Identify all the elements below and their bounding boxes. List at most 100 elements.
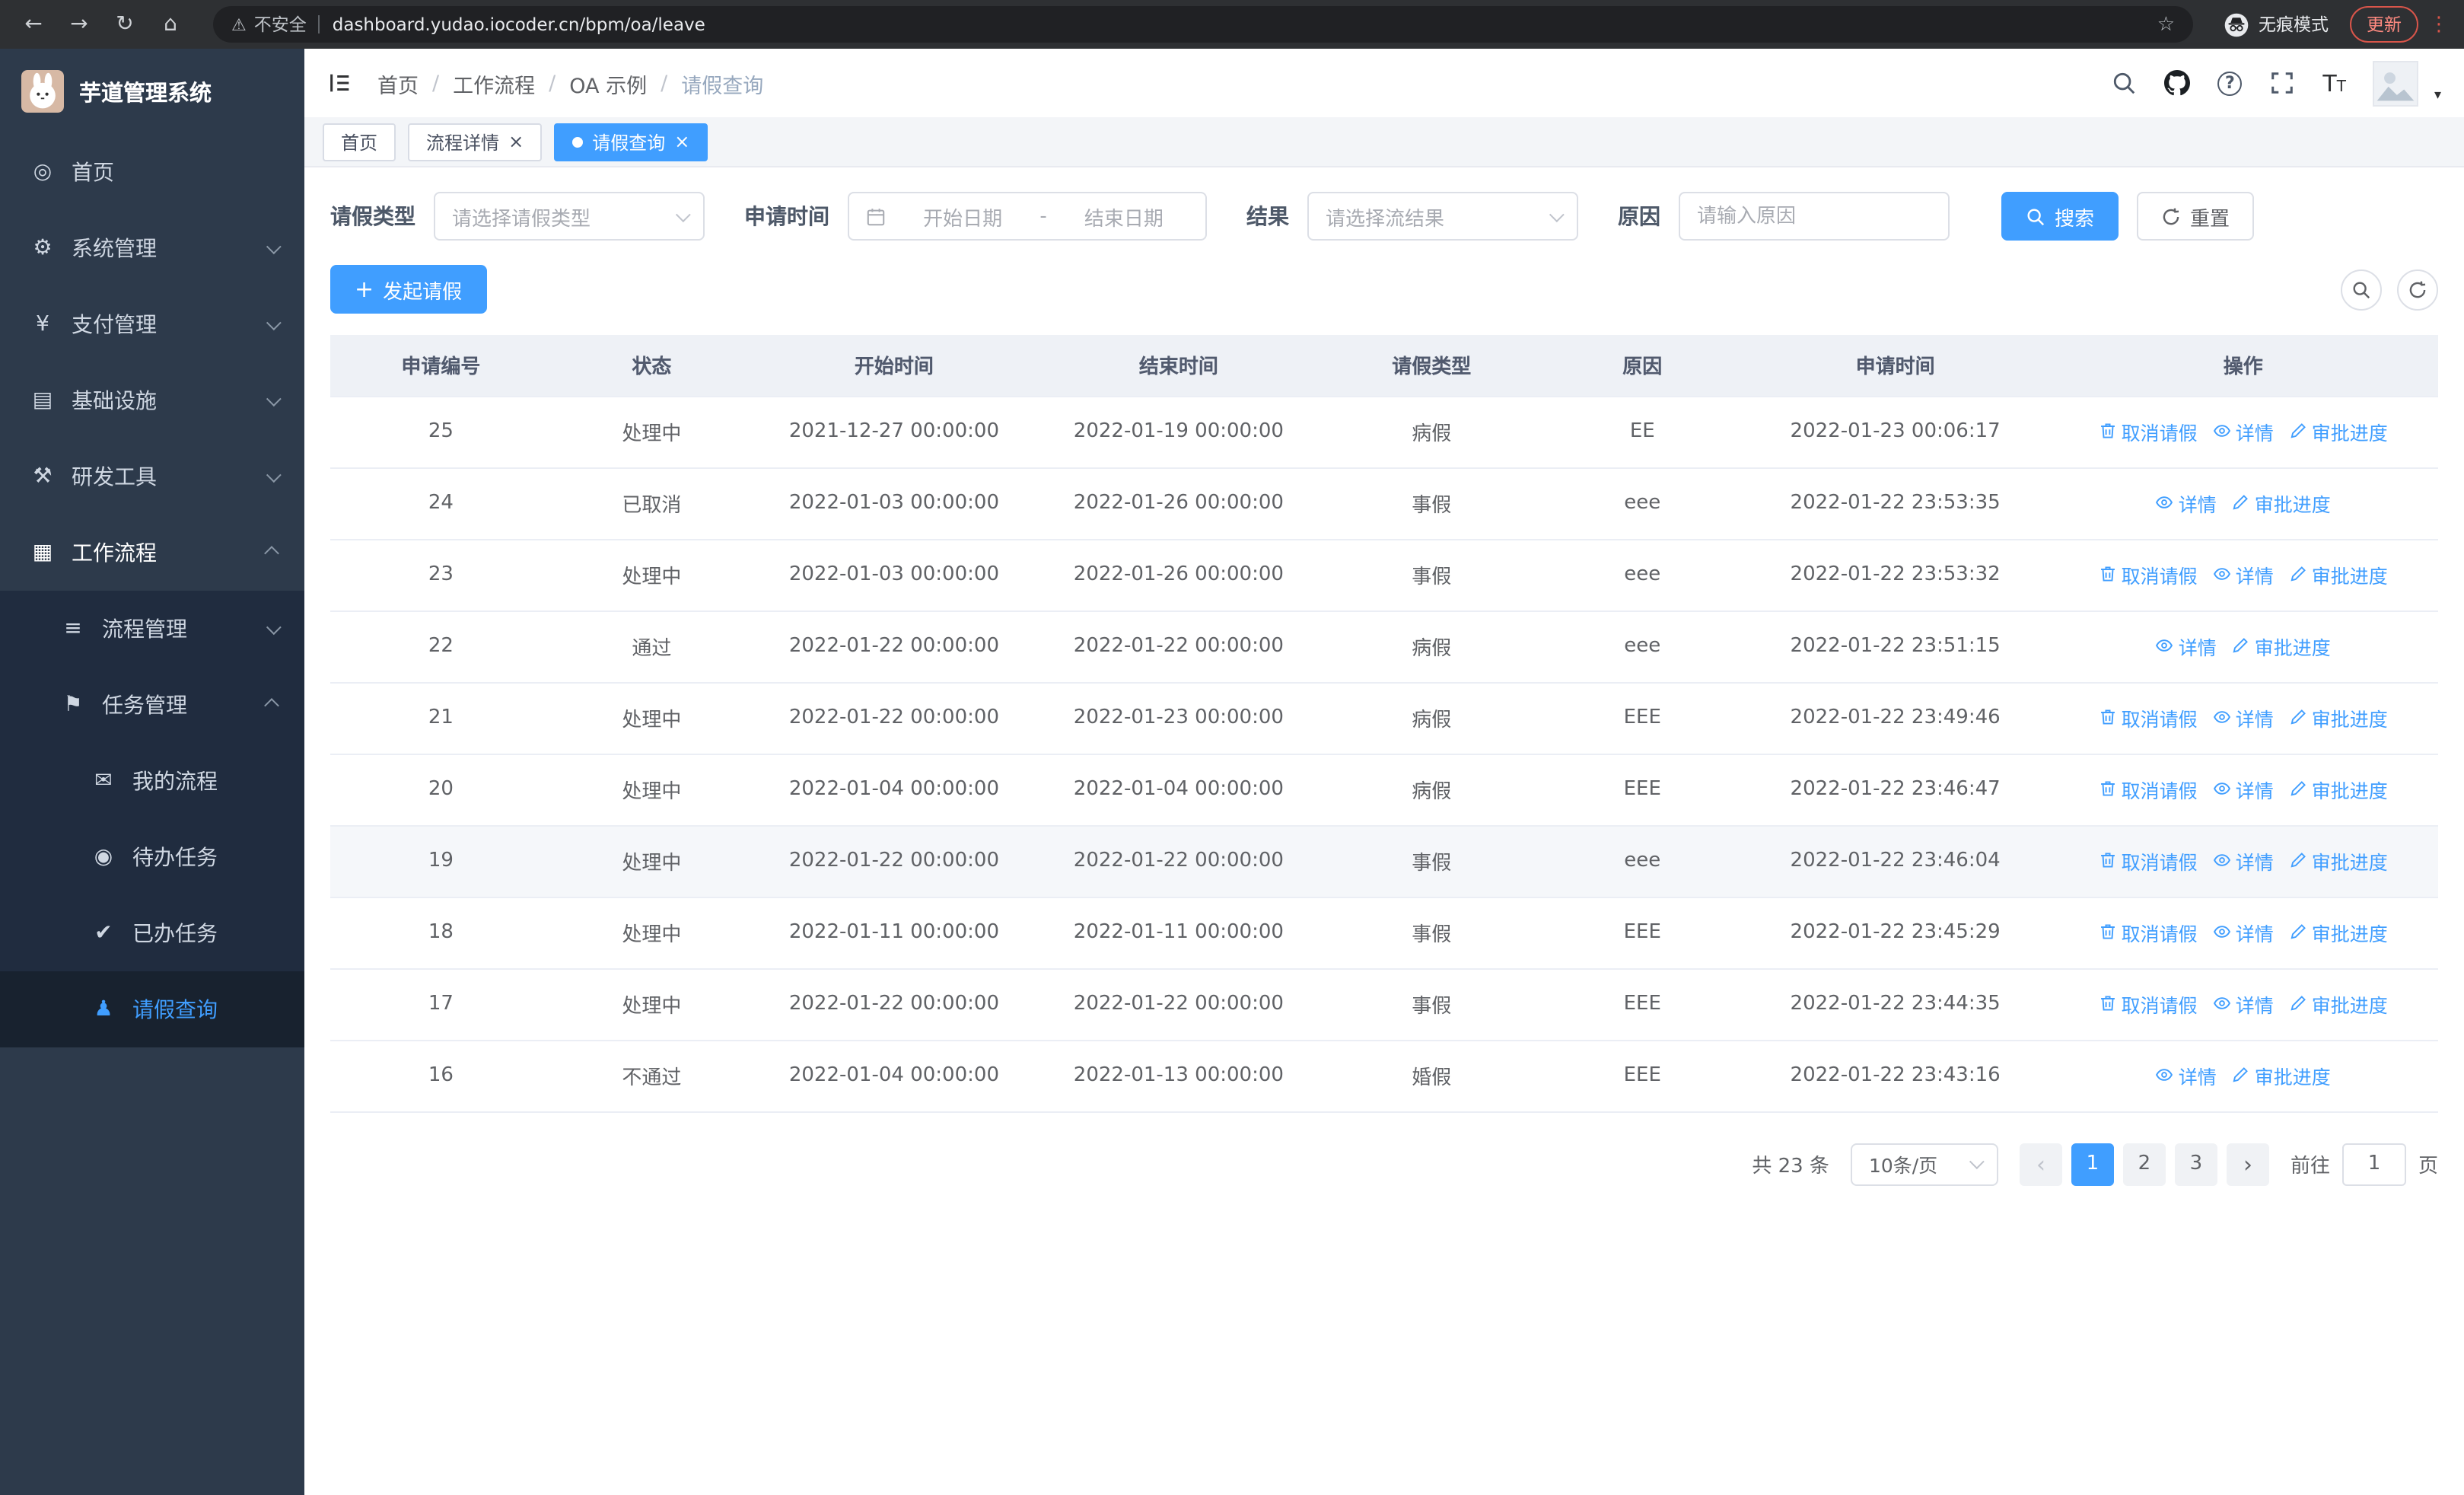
detail-link-label: 详情 <box>2235 779 2274 802</box>
forward-button[interactable]: → <box>61 6 97 43</box>
detail-link[interactable]: 详情 <box>2156 632 2217 661</box>
cell-apply-time: 2022-01-22 23:46:47 <box>1742 754 2049 826</box>
refresh-table-button[interactable] <box>2397 269 2438 310</box>
address-bar[interactable]: ⚠ 不安全 dashboard.yudao.iocoder.cn/bpm/oa/… <box>213 6 2193 43</box>
font-size-icon[interactable]: TT <box>2322 69 2346 97</box>
cell-reason: EEE <box>1542 897 1743 969</box>
cancel-link[interactable]: 取消请假 <box>2099 918 2198 947</box>
progress-link[interactable]: 审批进度 <box>2232 489 2331 518</box>
cancel-link[interactable]: 取消请假 <box>2099 775 2198 804</box>
sidebar-item-task-mgmt[interactable]: ⚑ 任务管理 <box>0 667 304 743</box>
bookmark-star-icon[interactable]: ☆ <box>2157 13 2175 36</box>
close-icon[interactable]: × <box>674 132 689 151</box>
breadcrumb-item[interactable]: OA 示例 <box>569 68 647 98</box>
toggle-search-button[interactable] <box>2341 269 2382 310</box>
chevron-down-icon <box>266 467 282 483</box>
avatar[interactable] <box>2373 60 2419 106</box>
sidebar-item-infrastructure[interactable]: ▤ 基础设施 <box>0 362 304 438</box>
fullscreen-icon[interactable] <box>2269 70 2295 96</box>
cell-leave-type: 病假 <box>1320 396 1542 468</box>
sidebar-item-home[interactable]: ◎ 首页 <box>0 134 304 210</box>
detail-link[interactable]: 详情 <box>2213 918 2274 947</box>
progress-link[interactable]: 审批进度 <box>2289 846 2388 875</box>
sidebar-item-devtools[interactable]: ⚒ 研发工具 <box>0 438 304 515</box>
warning-icon: ⚠ <box>231 14 247 34</box>
reason-input[interactable] <box>1697 205 1931 228</box>
tab-process-detail[interactable]: 流程详情 × <box>408 123 543 161</box>
cell-reason: EEE <box>1542 1040 1743 1112</box>
page-button-3[interactable]: 3 <box>2174 1143 2217 1185</box>
result-select[interactable]: 请选择流结果 <box>1307 192 1578 241</box>
github-icon[interactable] <box>2164 70 2191 96</box>
sidebar-item-system[interactable]: ⚙ 系统管理 <box>0 210 304 286</box>
detail-link[interactable]: 详情 <box>2213 990 2274 1018</box>
sidebar-item-workflow[interactable]: ▦ 工作流程 <box>0 515 304 591</box>
detail-link[interactable]: 详情 <box>2213 846 2274 875</box>
sidebar-item-payment[interactable]: ¥ 支付管理 <box>0 286 304 362</box>
cancel-link[interactable]: 取消请假 <box>2099 990 2198 1018</box>
detail-link[interactable]: 详情 <box>2213 560 2274 589</box>
reset-button[interactable]: 重置 <box>2137 192 2255 241</box>
progress-link[interactable]: 审批进度 <box>2232 1061 2331 1090</box>
yen-icon: ¥ <box>36 312 49 336</box>
pager-pages: 123 <box>2071 1143 2217 1185</box>
tab-leave-query[interactable]: 请假查询 × <box>554 123 708 161</box>
prev-page-button[interactable]: ‹ <box>2019 1143 2062 1185</box>
progress-link[interactable]: 审批进度 <box>2289 560 2388 589</box>
cell-actions: 取消请假 详情 审批进度 <box>2048 539 2438 611</box>
search-icon[interactable] <box>2111 70 2137 96</box>
detail-link[interactable]: 详情 <box>2156 489 2217 518</box>
back-button[interactable]: ← <box>15 6 52 43</box>
breadcrumb-item[interactable]: 首页 <box>377 68 419 98</box>
cancel-link[interactable]: 取消请假 <box>2099 703 2198 732</box>
update-button[interactable]: 更新 <box>2350 6 2418 43</box>
browser-menu-icon[interactable]: ⋮ <box>2429 13 2449 36</box>
progress-link[interactable]: 审批进度 <box>2289 417 2388 446</box>
progress-link[interactable]: 审批进度 <box>2232 632 2331 661</box>
goto-page-input[interactable] <box>2341 1143 2406 1185</box>
create-leave-button[interactable]: + 发起请假 <box>330 265 487 314</box>
cancel-link[interactable]: 取消请假 <box>2099 560 2198 589</box>
sidebar-logo[interactable]: 芋道管理系统 <box>0 49 304 134</box>
detail-link-label: 详情 <box>2235 421 2274 445</box>
detail-link[interactable]: 详情 <box>2213 775 2274 804</box>
cell-reason: EEE <box>1542 682 1743 754</box>
cancel-link[interactable]: 取消请假 <box>2099 846 2198 875</box>
sidebar-item-leave-query[interactable]: ♟ 请假查询 <box>0 971 304 1047</box>
sidebar-item-todo-tasks[interactable]: ◉ 待办任务 <box>0 819 304 895</box>
progress-link[interactable]: 审批进度 <box>2289 990 2388 1018</box>
leave-type-select[interactable]: 请选择请假类型 <box>434 192 705 241</box>
detail-link[interactable]: 详情 <box>2156 1061 2217 1090</box>
detail-link[interactable]: 详情 <box>2213 703 2274 732</box>
search-button[interactable]: 搜索 <box>2001 192 2119 241</box>
edit-icon <box>2233 495 2249 511</box>
collapse-menu-icon[interactable] <box>327 70 353 96</box>
sidebar-item-done-tasks[interactable]: ✔ 已办任务 <box>0 895 304 971</box>
sidebar-item-label: 基础设施 <box>72 390 157 414</box>
help-icon[interactable]: ? <box>2217 71 2243 95</box>
chevron-down-icon <box>675 206 691 222</box>
page-button-2[interactable]: 2 <box>2122 1143 2166 1185</box>
sidebar-item-process-mgmt[interactable]: ≡ 流程管理 <box>0 591 304 667</box>
reload-button[interactable]: ↻ <box>107 6 143 43</box>
cancel-link[interactable]: 取消请假 <box>2099 417 2198 446</box>
page-button-1[interactable]: 1 <box>2071 1143 2114 1185</box>
progress-link[interactable]: 审批进度 <box>2289 703 2388 732</box>
home-button[interactable]: ⌂ <box>152 6 189 43</box>
close-icon[interactable]: × <box>508 132 524 151</box>
cell-end-time: 2022-01-23 00:00:00 <box>1036 682 1321 754</box>
progress-link[interactable]: 审批进度 <box>2289 775 2388 804</box>
next-page-button[interactable]: › <box>2226 1143 2269 1185</box>
filter-apply-time: 申请时间 开始日期 - 结束日期 <box>744 192 1207 241</box>
breadcrumb-item[interactable]: 工作流程 <box>453 68 535 98</box>
column-header: 申请编号 <box>330 335 552 397</box>
sidebar-menu: ◎ 首页 ⚙ 系统管理 ¥ 支付管理 ▤ 基础设施 ⚒ 研发工具 ▦ 工作流程 ≡ 流程管理 ⚑ 任务管理 ✉ 我… <box>0 134 304 1047</box>
tab-home[interactable]: 首页 <box>323 123 396 161</box>
cell-status: 处理中 <box>551 539 752 611</box>
page-size-select[interactable]: 10条/页 <box>1850 1143 1998 1185</box>
apply-time-range-picker[interactable]: 开始日期 - 结束日期 <box>848 192 1207 241</box>
detail-link[interactable]: 详情 <box>2213 417 2274 446</box>
progress-link[interactable]: 审批进度 <box>2289 918 2388 947</box>
sidebar-item-my-process[interactable]: ✉ 我的流程 <box>0 743 304 819</box>
chevron-down-icon[interactable]: ▾ <box>2434 88 2441 106</box>
